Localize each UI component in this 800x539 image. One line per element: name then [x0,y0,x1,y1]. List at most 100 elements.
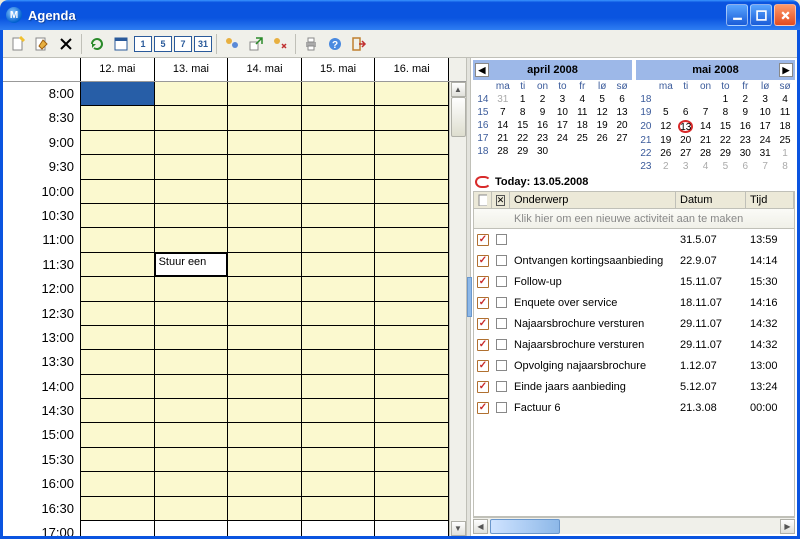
time-slot[interactable] [155,180,229,204]
time-slot[interactable] [81,497,155,521]
time-slot[interactable] [155,228,229,252]
calendar-day[interactable]: 17 [755,119,775,134]
calendar-day[interactable]: 30 [533,145,553,158]
header-subject[interactable]: Onderwerp [510,192,676,208]
day-header[interactable]: 14. mai [228,58,302,81]
calendar-day[interactable]: 18 [775,119,795,134]
calendar-day[interactable]: 4 [775,93,795,106]
time-slot[interactable] [375,521,449,536]
calendar-day[interactable]: 16 [735,119,755,134]
calendar-day[interactable]: 11 [775,106,795,119]
calendar-day[interactable]: 11 [572,106,592,119]
time-slot[interactable] [228,375,302,399]
calendar-day[interactable]: 31 [755,147,775,160]
time-slot[interactable] [302,228,376,252]
time-slot[interactable] [375,253,449,277]
appointment[interactable]: Stuur een [155,253,228,276]
time-slot[interactable] [375,423,449,447]
calendar-day[interactable]: 27 [676,147,696,160]
calendar-day[interactable]: 1 [513,93,533,106]
calendar-day[interactable]: 28 [493,145,513,158]
time-slot[interactable] [375,131,449,155]
time-slot[interactable] [302,521,376,536]
time-slot[interactable] [302,106,376,130]
calendar-day[interactable]: 20 [676,134,696,147]
time-slot[interactable] [302,277,376,301]
time-slot[interactable] [375,155,449,179]
calendar-day[interactable]: 19 [592,119,612,132]
calendar-day[interactable]: 7 [755,160,775,173]
splitter[interactable] [466,58,471,536]
next-month-button[interactable]: ▶ [779,63,793,77]
new-icon[interactable] [7,33,29,55]
time-slot[interactable] [81,277,155,301]
assign-icon[interactable] [269,33,291,55]
time-slot[interactable] [228,423,302,447]
calendar-day[interactable]: 8 [513,106,533,119]
calendar-day[interactable]: 21 [696,134,716,147]
maximize-button[interactable] [750,4,772,26]
close-button[interactable] [774,4,796,26]
time-slot[interactable] [302,155,376,179]
time-slot[interactable] [302,350,376,374]
task-row[interactable]: ✓Enquete over service18.11.0714:16 [474,292,794,313]
task-done-icon[interactable]: ✓ [477,318,489,330]
time-slot[interactable] [228,472,302,496]
calendar-day[interactable]: 28 [696,147,716,160]
scroll-thumb-h[interactable] [490,519,560,534]
day-view-icon[interactable] [110,33,132,55]
task-row[interactable]: ✓Ontvangen kortingsaanbieding22.9.0714:1… [474,250,794,271]
scroll-thumb[interactable] [451,97,466,137]
time-slot[interactable] [375,228,449,252]
task-row[interactable]: ✓Factuur 621.3.0800:00 [474,397,794,418]
time-slot[interactable] [81,253,155,277]
time-slot[interactable] [155,423,229,447]
calendar-day[interactable]: 19 [656,134,676,147]
time-slot[interactable] [228,82,302,106]
time-slot[interactable] [375,399,449,423]
time-slot[interactable] [81,228,155,252]
calendar-day[interactable]: 6 [735,160,755,173]
time-slot[interactable] [155,448,229,472]
exit-icon[interactable] [348,33,370,55]
time-slot[interactable] [228,155,302,179]
task-done-icon[interactable]: ✓ [477,339,489,351]
refresh-icon[interactable] [86,33,108,55]
time-slot[interactable] [228,277,302,301]
time-slot[interactable] [81,180,155,204]
task-checkbox[interactable] [496,297,507,308]
calendar-day[interactable]: 9 [735,106,755,119]
time-slot[interactable] [228,204,302,228]
time-slot[interactable] [302,302,376,326]
task-done-icon[interactable]: ✓ [477,402,489,414]
time-slot[interactable] [81,131,155,155]
time-slot[interactable] [228,448,302,472]
calendar-day[interactable]: 29 [716,147,736,160]
tasklist-hscroll[interactable]: ◀ ▶ [473,517,795,534]
time-slot[interactable] [81,204,155,228]
calendar-day[interactable]: 15 [513,119,533,132]
export-icon[interactable] [245,33,267,55]
calendar-day[interactable]: 3 [553,93,573,106]
header-check-icon[interactable]: ✕ [492,192,510,208]
header-type-icon[interactable] [474,192,492,208]
time-slot[interactable] [155,521,229,536]
calendar-day[interactable]: 5 [656,106,676,119]
month-icon[interactable]: 31 [194,36,212,52]
delete-icon[interactable] [55,33,77,55]
calendar-day[interactable]: 22 [513,132,533,145]
time-slot[interactable] [375,302,449,326]
task-checkbox[interactable] [496,339,507,350]
calendar-day[interactable]: 7 [696,106,716,119]
time-slot[interactable] [228,131,302,155]
time-slot[interactable] [302,375,376,399]
calendar-day[interactable]: 13 [676,119,696,134]
calendar-day[interactable]: 24 [553,132,573,145]
task-done-icon[interactable]: ✓ [477,255,489,267]
five-day-icon[interactable]: 5 [154,36,172,52]
task-checkbox[interactable] [496,360,507,371]
calendar-day[interactable]: 10 [755,106,775,119]
time-slot[interactable] [228,326,302,350]
task-done-icon[interactable]: ✓ [477,297,489,309]
task-row[interactable]: ✓31.5.0713:59 [474,229,794,250]
